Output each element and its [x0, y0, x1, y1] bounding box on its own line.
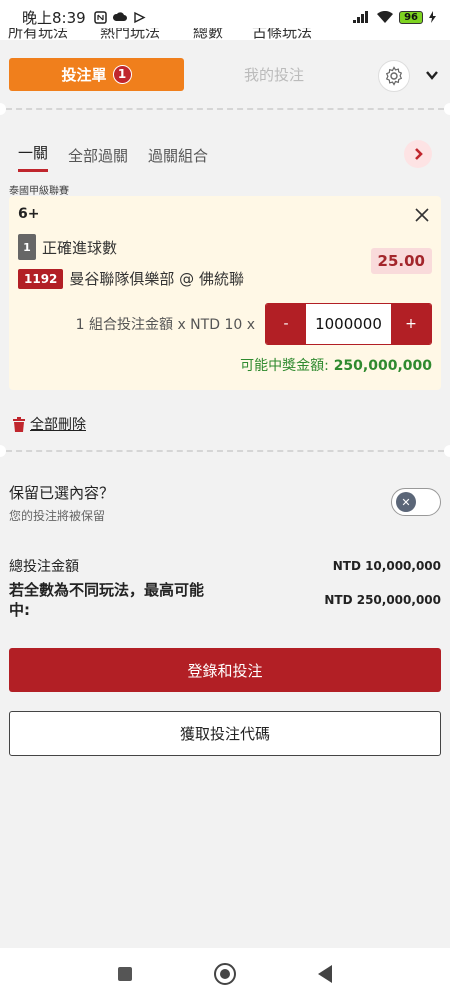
- get-bet-code-button[interactable]: 獲取投注代碼: [9, 711, 441, 756]
- bet-selection: 6+: [18, 206, 40, 222]
- wifi-icon: [377, 11, 394, 23]
- market-name: 正確進球數: [42, 238, 118, 257]
- cast-icon: [133, 11, 146, 23]
- delete-all-label: 全部刪除: [30, 417, 86, 433]
- total-stake-value: NTD 10,000,000: [332, 559, 441, 573]
- total-stake-label: 總投注金額: [9, 559, 79, 575]
- status-left-icons: [93, 10, 146, 24]
- increase-stake-button[interactable]: +: [391, 304, 431, 344]
- settings-button[interactable]: [378, 60, 410, 92]
- decrease-stake-button[interactable]: -: [266, 304, 306, 344]
- market-index: 1: [18, 234, 36, 260]
- cloud-icon: [112, 12, 127, 21]
- back-icon[interactable]: [318, 965, 332, 983]
- tab-single[interactable]: 一關: [18, 142, 49, 172]
- payout-value: 250,000,000: [333, 358, 432, 374]
- next-tab-button[interactable]: [404, 140, 432, 168]
- system-nav-bar: [0, 948, 450, 1000]
- bet-type-tabs: 一關 全部過關 過關組合: [0, 110, 450, 178]
- home-icon[interactable]: [214, 963, 236, 985]
- payout-label: 可能中獎金額:: [240, 358, 329, 374]
- tab-all-parlay[interactable]: 全部過關: [68, 145, 128, 172]
- submit-bet-button[interactable]: 登錄和投注: [9, 648, 441, 692]
- betslip-sheet: 投注單 1 我的投注 一關 全部過關 過關組合 泰國甲級聯賽 6+ 1 正確進球…: [0, 40, 450, 948]
- battery-icon: 96: [399, 10, 423, 24]
- betslip-header: 投注單 1 我的投注: [0, 40, 450, 108]
- market-row: 1 正確進球數: [18, 234, 432, 260]
- keep-title: 保留已選內容？: [9, 484, 115, 502]
- match-row: 1192 曼谷聯隊俱樂部 @ 佛統聯: [18, 268, 432, 289]
- toggle-off-icon: ✕: [396, 492, 416, 512]
- keep-subtitle: 您的投注將被保留: [9, 509, 106, 523]
- tab-my-bets[interactable]: 我的投注: [244, 64, 304, 85]
- total-stake-row: 總投注金額 NTD 10,000,000: [9, 556, 441, 576]
- tab-betslip[interactable]: 投注單 1: [9, 57, 184, 91]
- stake-label: 1 組合投注金額 x NTD 10 x: [75, 317, 255, 333]
- recent-apps-icon[interactable]: [118, 967, 132, 981]
- max-payout-label: 若全數為不同玩法，最高可能中:: [9, 581, 205, 619]
- chevron-right-icon: [415, 148, 423, 160]
- potential-payout: 可能中獎金額: 250,000,000: [18, 355, 432, 375]
- gear-icon: [385, 66, 403, 86]
- league-name: 泰國甲級聯賽: [9, 186, 69, 197]
- delete-all-button[interactable]: 全部刪除: [12, 414, 438, 434]
- stake-input[interactable]: 1000000: [306, 304, 391, 344]
- bet-card: 6+ 1 正確進球數 25.00 1192 曼谷聯隊俱樂部 @ 佛統聯 1 組合…: [9, 196, 441, 390]
- match-name: 曼谷聯隊俱樂部 @ 佛統聯: [69, 270, 244, 288]
- match-code: 1192: [18, 268, 64, 289]
- chevron-down-icon[interactable]: [424, 67, 440, 83]
- keep-selections-toggle[interactable]: ✕: [391, 488, 441, 516]
- status-right-icons: 96: [353, 10, 436, 24]
- keep-selections-row: 保留已選內容？ 您的投注將被保留 ✕: [9, 482, 441, 526]
- close-icon[interactable]: [413, 206, 431, 224]
- signal-icon: [353, 11, 369, 23]
- stake-stepper: - 1000000 +: [265, 303, 432, 345]
- odds-value: 25.00: [370, 248, 432, 274]
- nfc-icon: [93, 10, 107, 24]
- totals-section: 總投注金額 NTD 10,000,000 若全數為不同玩法，最高可能中: NTD…: [9, 556, 441, 620]
- tab-parlay-combo[interactable]: 過關組合: [148, 145, 208, 172]
- betslip-count-badge: 1: [112, 64, 132, 84]
- max-payout-value: NTD 250,000,000: [324, 593, 441, 607]
- divider: [0, 445, 450, 457]
- betslip-tab-label: 投注單: [61, 65, 107, 84]
- stake-row: 1 組合投注金額 x NTD 10 x - 1000000 +: [18, 303, 432, 345]
- trash-icon: [13, 416, 25, 432]
- charging-icon: [429, 11, 436, 23]
- max-payout-row: 若全數為不同玩法，最高可能中: NTD 250,000,000: [9, 580, 441, 620]
- status-time: 晚上8:39: [22, 8, 86, 27]
